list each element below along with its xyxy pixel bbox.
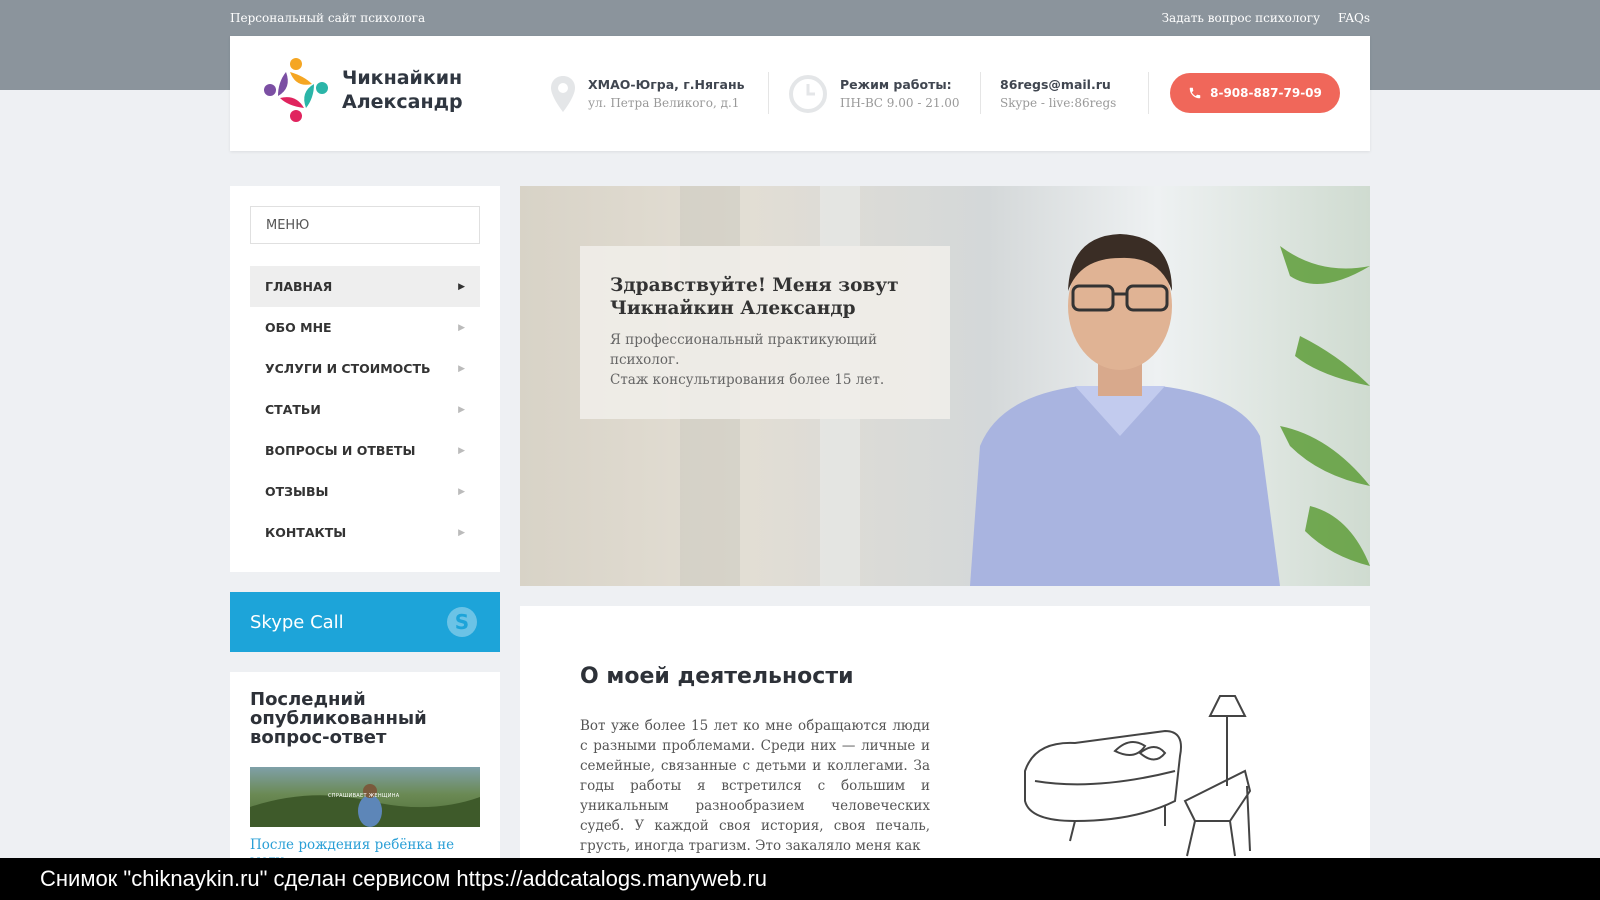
logo[interactable]: Чикнайкин Александр — [260, 54, 463, 126]
nav-item-label: КОНТАКТЫ — [265, 525, 347, 540]
email[interactable]: 86regs@mail.ru — [1000, 77, 1116, 92]
divider — [1148, 72, 1149, 114]
caret-right-icon: ▶ — [458, 322, 465, 333]
sofa-sketch-image — [1024, 695, 1252, 857]
clock-icon — [789, 74, 827, 113]
skype-call-button[interactable]: Skype Call S — [230, 592, 500, 652]
location-city: ХМАО-Югра, г.Нягань — [588, 77, 745, 92]
about-section: О моей деятельности Вот уже более 15 лет… — [520, 606, 1370, 860]
nav-item-label: СТАТЬИ — [265, 402, 321, 417]
nav-item-services[interactable]: УСЛУГИ И СТОИМОСТЬ ▶ — [250, 348, 480, 389]
caret-right-icon: ▶ — [458, 281, 465, 292]
nav-item-reviews[interactable]: ОТЗЫВЫ ▶ — [250, 471, 480, 512]
hours-info: Режим работы: ПН-ВС 9.00 - 21.00 — [788, 36, 960, 151]
location-address: ул. Петра Великого, д.1 — [588, 96, 740, 110]
svg-text:S: S — [455, 610, 469, 634]
map-pin-icon — [551, 75, 575, 112]
divider — [980, 72, 981, 114]
nav-item-contacts[interactable]: КОНТАКТЫ ▶ — [250, 512, 480, 553]
nav-item-label: ГЛАВНАЯ — [265, 279, 333, 294]
hours-label: Режим работы: — [840, 77, 952, 92]
main-nav: ГЛАВНАЯ ▶ ОБО МНЕ ▶ УСЛУГИ И СТОИМОСТЬ ▶… — [250, 266, 480, 553]
logo-name: Чикнайкин Александр — [342, 66, 463, 114]
screenshot-caption: Снимок "chiknaykin.ru" сделан сервисом h… — [40, 866, 768, 891]
about-heading: О моей деятельности — [580, 664, 854, 689]
nav-item-label: УСЛУГИ И СТОИМОСТЬ — [265, 361, 431, 376]
divider — [768, 72, 769, 114]
hero-banner: Здравствуйте! Меня зовут Чикнайкин Алекс… — [520, 186, 1370, 586]
hero-text-box: Здравствуйте! Меня зовут Чикнайкин Алекс… — [580, 246, 950, 419]
location-info: ХМАО-Югра, г.Нягань ул. Петра Великого, … — [550, 36, 745, 151]
nav-item-label: ОБО МНЕ — [265, 320, 332, 335]
hero-title: Здравствуйте! Меня зовут Чикнайкин Алекс… — [610, 275, 899, 319]
last-qa-image[interactable]: СПРАШИВАЕТ ЖЕНЩИНА — [250, 767, 480, 827]
phone-button[interactable]: 8-908-887-79-09 — [1170, 73, 1340, 113]
logo-line-1: Чикнайкин — [342, 67, 463, 89]
menu-toggle[interactable]: МЕНЮ — [250, 206, 480, 244]
contact-info: 86regs@mail.ru Skype - live:86regs — [1000, 36, 1116, 151]
nav-item-about[interactable]: ОБО МНЕ ▶ — [250, 307, 480, 348]
nav-item-home[interactable]: ГЛАВНАЯ ▶ — [250, 266, 480, 307]
nav-item-label: ВОПРОСЫ И ОТВЕТЫ — [265, 443, 416, 458]
top-links: Задать вопрос психологу FAQs — [1162, 11, 1370, 25]
caret-right-icon: ▶ — [458, 527, 465, 538]
hero-description-line-2: Стаж консультирования более 15 лет. — [610, 372, 885, 388]
caret-right-icon: ▶ — [458, 363, 465, 374]
caret-right-icon: ▶ — [458, 486, 465, 497]
hero-description-line-1: Я профессиональный практикующий психолог… — [610, 332, 878, 368]
nav-item-label: ОТЗЫВЫ — [265, 484, 329, 499]
caret-right-icon: ▶ — [458, 404, 465, 415]
about-paragraph: Вот уже более 15 лет ко мне обращаются л… — [580, 718, 930, 854]
skype-icon: S — [447, 607, 477, 637]
faqs-link[interactable]: FAQs — [1338, 11, 1370, 25]
nav-item-articles[interactable]: СТАТЬИ ▶ — [250, 389, 480, 430]
phone-number: 8-908-887-79-09 — [1210, 86, 1322, 100]
caret-right-icon: ▶ — [458, 445, 465, 456]
last-qa-title: Последний опубликованный вопрос-ответ — [250, 689, 427, 748]
top-bar: Персональный сайт психолога Задать вопро… — [230, 0, 1370, 36]
sidebar-menu: МЕНЮ ГЛАВНАЯ ▶ ОБО МНЕ ▶ УСЛУГИ И СТОИМО… — [230, 186, 500, 572]
qa-image-caption: СПРАШИВАЕТ ЖЕНЩИНА — [328, 793, 400, 799]
hero-description: Я профессиональный практикующий психолог… — [610, 330, 920, 390]
site-header: Чикнайкин Александр ХМАО-Югра, г.Нягань … — [230, 36, 1370, 151]
skype-call-label: Skype Call — [250, 611, 344, 633]
screenshot-caption-bar: Снимок "chiknaykin.ru" сделан сервисом h… — [0, 858, 1600, 900]
skype-id: Skype - live:86regs — [1000, 96, 1117, 110]
last-qa-widget: Последний опубликованный вопрос-ответ СП… — [230, 672, 500, 869]
nav-item-qa[interactable]: ВОПРОСЫ И ОТВЕТЫ ▶ — [250, 430, 480, 471]
site-tagline: Персональный сайт психолога — [230, 11, 426, 25]
logo-icon — [264, 58, 328, 122]
logo-line-2: Александр — [342, 91, 463, 113]
ask-question-link[interactable]: Задать вопрос психологу — [1162, 11, 1320, 25]
phone-icon — [1189, 87, 1201, 99]
hours-value: ПН-ВС 9.00 - 21.00 — [840, 96, 960, 110]
